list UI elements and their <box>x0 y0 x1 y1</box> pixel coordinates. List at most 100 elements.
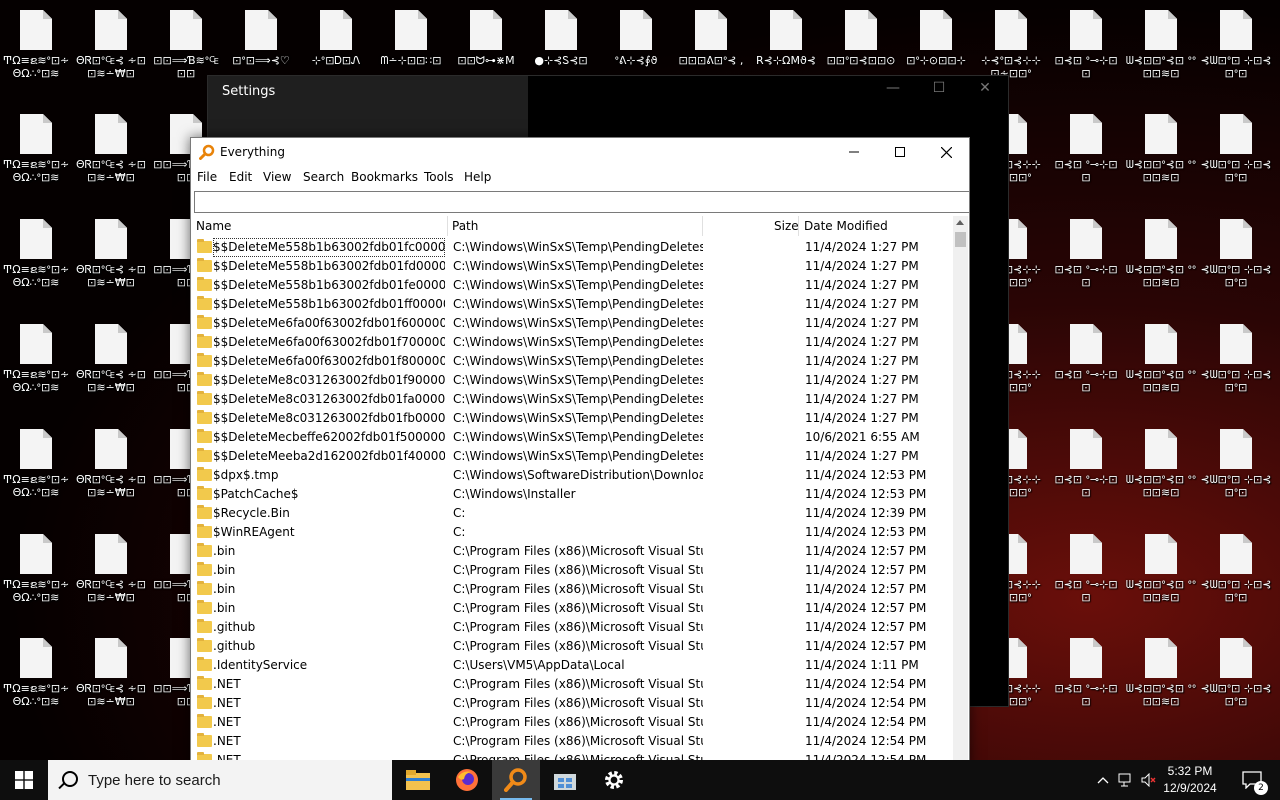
table-row[interactable]: $$DeleteMe8c031263002fdb01fa000000e00...… <box>193 390 951 409</box>
column-divider[interactable] <box>798 216 799 236</box>
table-row[interactable]: $$DeleteMe8c031263002fdb01fb000000e00...… <box>193 409 951 428</box>
menu-search[interactable]: Search <box>303 170 344 184</box>
show-hidden-icons-button[interactable] <box>1092 760 1114 800</box>
table-row[interactable]: $dpx$.tmp C:\Windows\SoftwareDistribution… <box>193 466 951 485</box>
notification-center-button[interactable]: 2 <box>1232 760 1272 800</box>
taskbar-firefox[interactable] <box>443 760 491 800</box>
volume-button[interactable] <box>1138 760 1160 800</box>
desktop-file-icon[interactable]: ΘᏒ⊡ᐤ₠⊰ ∻⊡⊡≋∸₩⊡ <box>75 630 147 725</box>
taskbar-store[interactable] <box>541 760 589 800</box>
taskbar-search-box[interactable]: Type here to search <box>48 760 392 800</box>
table-row[interactable]: $$DeleteMeeba2d162002fdb01f4000000e0... C… <box>193 447 951 466</box>
table-row[interactable]: .NET C:\Program Files (x86)\Microsoft Vis… <box>193 694 951 713</box>
desktop-file-icon[interactable]: ΘᏒ⊡ᐤ₠⊰ ∻⊡⊡≋∸₩⊡ <box>75 211 147 306</box>
desktop-file-icon[interactable]: ΘᏒ⊡ᐤ₠⊰ ∻⊡⊡≋∸₩⊡ <box>75 526 147 621</box>
desktop-file-icon[interactable]: ͲΩ≡ຂ≋ᐤ⊡∻ ΘΩ∴ᐤ⊡≋ <box>0 526 72 621</box>
desktop-file-icon[interactable]: ⊰ᗯ⊡ᐤ⊡ ⊹⊡⊰⊡ᐤ⊡ <box>1200 526 1272 621</box>
close-button[interactable] <box>923 138 969 166</box>
table-row[interactable]: $$DeleteMe6fa00f63002fdb01f8000000e00...… <box>193 352 951 371</box>
desktop-file-icon[interactable]: ΘᏒ⊡ᐤ₠⊰ ∻⊡⊡≋∸₩⊡ <box>75 2 147 97</box>
desktop-file-icon[interactable]: ⊡⊰⊡ ᐤ⊸⊹⊡⊡ <box>1050 2 1122 97</box>
desktop-file-icon[interactable]: ᗯ⊰⊡⊡ᐤ⊰⊡ ᐤᐤ⊡⊡≋⊡ <box>1125 106 1197 201</box>
table-row[interactable]: .NET C:\Program Files (x86)\Microsoft Vis… <box>193 713 951 732</box>
menu-help[interactable]: Help <box>464 170 491 184</box>
network-button[interactable] <box>1115 760 1137 800</box>
desktop-file-icon[interactable]: ͲΩ≡ຂ≋ᐤ⊡∻ ΘΩ∴ᐤ⊡≋ <box>0 2 72 97</box>
desktop-file-icon[interactable]: ⊰ᗯ⊡ᐤ⊡ ⊹⊡⊰⊡ᐤ⊡ <box>1200 106 1272 201</box>
desktop-file-icon[interactable]: ͲΩ≡ຂ≋ᐤ⊡∻ ΘΩ∴ᐤ⊡≋ <box>0 211 72 306</box>
scrollbar-thumb[interactable] <box>955 232 966 247</box>
results-list[interactable]: $$DeleteMe558b1b63002fdb01fc000000e0... C… <box>193 238 951 762</box>
table-row[interactable]: .bin C:\Program Files (x86)\Microsoft Vis… <box>193 599 951 618</box>
desktop-file-icon[interactable]: ΘᏒ⊡ᐤ₠⊰ ∻⊡⊡≋∸₩⊡ <box>75 106 147 201</box>
menu-file[interactable]: File <box>197 170 217 184</box>
menu-view[interactable]: View <box>263 170 291 184</box>
table-row[interactable]: $$DeleteMe558b1b63002fdb01fe000000e0... C… <box>193 276 951 295</box>
table-row[interactable]: $$DeleteMe558b1b63002fdb01ff000000e0... C… <box>193 295 951 314</box>
table-row[interactable]: $$DeleteMe6fa00f63002fdb01f6000000e00...… <box>193 314 951 333</box>
vertical-scrollbar[interactable] <box>953 216 968 764</box>
desktop-file-icon[interactable]: ᗯ⊰⊡⊡ᐤ⊰⊡ ᐤᐤ⊡⊡≋⊡ <box>1125 2 1197 97</box>
desktop-file-icon[interactable]: ⊰ᗯ⊡ᐤ⊡ ⊹⊡⊰⊡ᐤ⊡ <box>1200 2 1272 97</box>
settings-maximize-button[interactable]: ☐ <box>916 80 962 96</box>
taskbar-everything[interactable] <box>492 760 540 800</box>
settings-minimize-button[interactable]: — <box>870 80 916 96</box>
minimize-button[interactable] <box>831 138 877 166</box>
maximize-button[interactable] <box>877 138 923 166</box>
clock[interactable]: 5:32 PM 12/9/2024 <box>1160 763 1220 797</box>
table-row[interactable]: .IdentityService C:\Users\VM5\AppData\Loc… <box>193 656 951 675</box>
desktop-file-icon[interactable]: ᗯ⊰⊡⊡ᐤ⊰⊡ ᐤᐤ⊡⊡≋⊡ <box>1125 526 1197 621</box>
desktop-file-icon[interactable]: ⊰ᗯ⊡ᐤ⊡ ⊹⊡⊰⊡ᐤ⊡ <box>1200 630 1272 725</box>
table-row[interactable]: $$DeleteMe6fa00f63002fdb01f7000000e00...… <box>193 333 951 352</box>
desktop-file-icon[interactable]: ΘᏒ⊡ᐤ₠⊰ ∻⊡⊡≋∸₩⊡ <box>75 421 147 516</box>
desktop-file-icon[interactable]: ⊡⊰⊡ ᐤ⊸⊹⊡⊡ <box>1050 421 1122 516</box>
desktop-file-icon[interactable]: ᗯ⊰⊡⊡ᐤ⊰⊡ ᐤᐤ⊡⊡≋⊡ <box>1125 421 1197 516</box>
column-path-header[interactable]: Path <box>452 216 478 236</box>
table-row[interactable]: .bin C:\Program Files (x86)\Microsoft Vis… <box>193 542 951 561</box>
menu-edit[interactable]: Edit <box>229 170 252 184</box>
table-row[interactable]: $WinREAgent C: 11/4/2024 12:53 PM <box>193 523 951 542</box>
title-bar[interactable]: Everything <box>191 138 969 166</box>
desktop-file-icon[interactable]: ᗯ⊰⊡⊡ᐤ⊰⊡ ᐤᐤ⊡⊡≋⊡ <box>1125 211 1197 306</box>
desktop-file-icon[interactable]: ⊡⊰⊡ ᐤ⊸⊹⊡⊡ <box>1050 316 1122 411</box>
desktop-file-icon[interactable]: ΘᏒ⊡ᐤ₠⊰ ∻⊡⊡≋∸₩⊡ <box>75 316 147 411</box>
table-row[interactable]: .bin C:\Program Files (x86)\Microsoft Vis… <box>193 580 951 599</box>
desktop-file-icon[interactable]: ⊰ᗯ⊡ᐤ⊡ ⊹⊡⊰⊡ᐤ⊡ <box>1200 316 1272 411</box>
desktop-file-icon[interactable]: ⊡⊰⊡ ᐤ⊸⊹⊡⊡ <box>1050 106 1122 201</box>
column-divider[interactable] <box>447 216 448 236</box>
desktop-file-icon[interactable]: ᗯ⊰⊡⊡ᐤ⊰⊡ ᐤᐤ⊡⊡≋⊡ <box>1125 316 1197 411</box>
table-row[interactable]: $$DeleteMe558b1b63002fdb01fd000000e0... C… <box>193 257 951 276</box>
table-row[interactable]: .github C:\Program Files (x86)\Microsoft … <box>193 637 951 656</box>
column-name-header[interactable]: Name <box>196 216 231 236</box>
menu-tools[interactable]: Tools <box>424 170 454 184</box>
table-row[interactable]: .NET C:\Program Files (x86)\Microsoft Vis… <box>193 732 951 751</box>
menu-bookmarks[interactable]: Bookmarks <box>351 170 418 184</box>
desktop-file-icon[interactable]: ͲΩ≡ຂ≋ᐤ⊡∻ ΘΩ∴ᐤ⊡≋ <box>0 630 72 725</box>
desktop-file-icon[interactable]: ⊡⊰⊡ ᐤ⊸⊹⊡⊡ <box>1050 211 1122 306</box>
table-row[interactable]: .github C:\Program Files (x86)\Microsoft … <box>193 618 951 637</box>
table-row[interactable]: $$DeleteMe8c031263002fdb01f9000000e00...… <box>193 371 951 390</box>
scroll-up-icon[interactable] <box>956 220 964 225</box>
column-divider[interactable] <box>702 216 703 236</box>
desktop-file-icon[interactable]: ᗯ⊰⊡⊡ᐤ⊰⊡ ᐤᐤ⊡⊡≋⊡ <box>1125 630 1197 725</box>
start-button[interactable] <box>0 760 48 800</box>
desktop-file-icon[interactable]: ͲΩ≡ຂ≋ᐤ⊡∻ ΘΩ∴ᐤ⊡≋ <box>0 106 72 201</box>
desktop-file-icon[interactable]: ⊰ᗯ⊡ᐤ⊡ ⊹⊡⊰⊡ᐤ⊡ <box>1200 211 1272 306</box>
table-row[interactable]: $$DeleteMe558b1b63002fdb01fc000000e0... C… <box>193 238 951 257</box>
settings-close-button[interactable]: ✕ <box>962 80 1008 96</box>
everything-window[interactable]: Everything File Edit View Search Bookmar… <box>190 137 970 767</box>
taskbar-settings[interactable] <box>590 760 638 800</box>
search-input[interactable] <box>194 191 970 213</box>
table-row[interactable]: $$DeleteMecbeffe62002fdb01f5000000e0... C… <box>193 428 951 447</box>
desktop-file-icon[interactable]: ⊰ᗯ⊡ᐤ⊡ ⊹⊡⊰⊡ᐤ⊡ <box>1200 421 1272 516</box>
table-row[interactable]: .NET C:\Program Files (x86)\Microsoft Vis… <box>193 675 951 694</box>
desktop-file-icon[interactable]: ͲΩ≡ຂ≋ᐤ⊡∻ ΘΩ∴ᐤ⊡≋ <box>0 421 72 516</box>
table-row[interactable]: $PatchCache$ C:\Windows\Installer 11/4/202… <box>193 485 951 504</box>
desktop-file-icon[interactable]: ⊡⊰⊡ ᐤ⊸⊹⊡⊡ <box>1050 526 1122 621</box>
table-row[interactable]: $Recycle.Bin C: 11/4/2024 12:39 PM <box>193 504 951 523</box>
desktop-file-icon[interactable]: ⊡⊰⊡ ᐤ⊸⊹⊡⊡ <box>1050 630 1122 725</box>
table-row[interactable]: .bin C:\Program Files (x86)\Microsoft Vis… <box>193 561 951 580</box>
desktop-file-icon[interactable]: ͲΩ≡ຂ≋ᐤ⊡∻ ΘΩ∴ᐤ⊡≋ <box>0 316 72 411</box>
taskbar-file-explorer[interactable] <box>394 760 442 800</box>
column-date-header[interactable]: Date Modified <box>804 216 888 236</box>
